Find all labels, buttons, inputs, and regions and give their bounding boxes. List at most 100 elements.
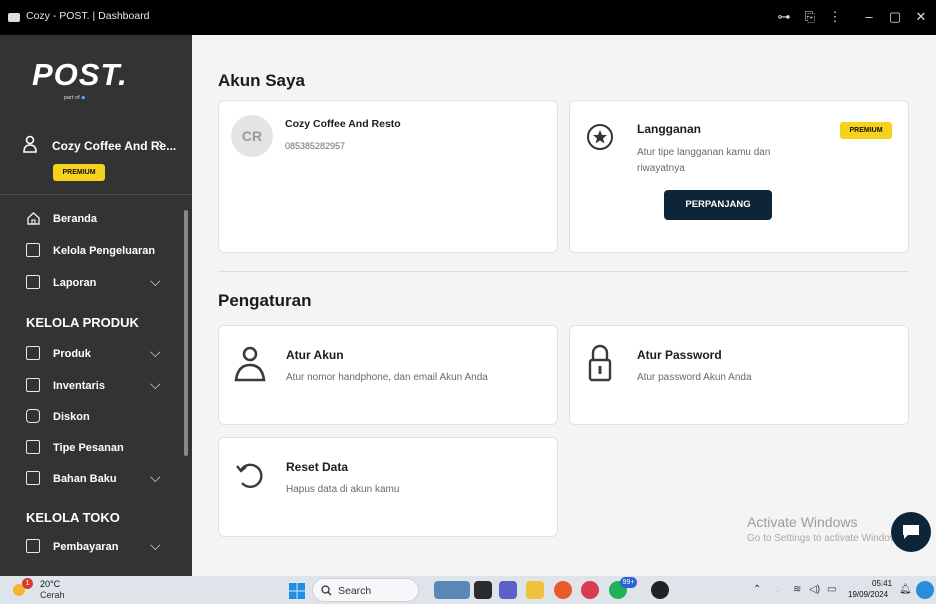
battery-icon[interactable]: ▭ xyxy=(827,584,836,595)
account-phone: 085385282957 xyxy=(285,141,346,151)
activate-windows-title: Activate Windows xyxy=(747,514,858,530)
firefox-icon[interactable] xyxy=(554,581,572,599)
notification-bell-icon[interactable]: 🔔︎ xyxy=(899,584,912,595)
report-edit-icon xyxy=(26,275,40,289)
sidebar-divider xyxy=(0,194,192,195)
account-name: Cozy Coffee And Resto xyxy=(285,118,401,130)
minimize-button[interactable]: – xyxy=(858,6,880,28)
task-view-icon[interactable] xyxy=(474,581,492,599)
loading-icon: ◌ xyxy=(775,584,781,595)
windows-start-icon[interactable] xyxy=(289,583,305,599)
order-type-icon xyxy=(26,440,40,454)
sidebar-item-label: Produk xyxy=(53,348,91,360)
sidebar-item-label: Kelola Pengeluaran xyxy=(53,245,156,257)
sidebar-item-kelola-pengeluaran[interactable]: Kelola Pengeluaran xyxy=(0,237,184,265)
account-card[interactable]: CR Cozy Coffee And Resto 085385282957 xyxy=(218,100,558,253)
sidebar-item-laporan[interactable]: Laporan ⌵ xyxy=(0,269,184,297)
post-app-icon[interactable] xyxy=(651,581,669,599)
activate-windows-subtitle: Go to Settings to activate Windows. xyxy=(747,533,905,544)
premium-badge: PREMIUM xyxy=(53,164,105,181)
home-icon xyxy=(27,212,40,225)
file-explorer-icon[interactable] xyxy=(526,581,544,599)
section-kelola-toko: KELOLA TOKO xyxy=(26,510,120,525)
window-title: Cozy - POST. | Dashboard xyxy=(26,10,150,22)
sidebar-item-beranda[interactable]: Beranda xyxy=(0,205,184,233)
more-menu-icon[interactable]: ⋮ xyxy=(824,6,846,28)
copilot-icon[interactable] xyxy=(916,581,934,599)
clock-time[interactable]: 05:41 xyxy=(872,579,892,588)
subscription-title: Langganan xyxy=(637,122,702,136)
setting-description: Hapus data di akun kamu xyxy=(286,484,400,495)
tray-chevron-icon[interactable]: ⌃ xyxy=(753,584,761,595)
volume-icon[interactable]: ◁) xyxy=(809,584,820,595)
sidebar-item-label: Pembayaran xyxy=(53,541,119,553)
wifi-icon[interactable]: ≋ xyxy=(793,584,801,595)
app-icon xyxy=(8,13,20,22)
sidebar-item-label: Tipe Pesanan xyxy=(53,442,124,454)
sidebar-item-diskon[interactable]: Diskon xyxy=(0,403,184,431)
extension-key-icon[interactable]: ⊶ xyxy=(773,6,795,28)
sidebar: POST. part of ◆ Cozy Coffee And Re... › … xyxy=(0,35,192,576)
weather-badge: 1 xyxy=(22,578,33,589)
section-divider xyxy=(218,271,908,272)
setting-title: Atur Password xyxy=(637,348,722,362)
clock-date[interactable]: 19/09/2024 xyxy=(848,590,888,599)
user-icon xyxy=(234,346,266,382)
chevron-down-icon: ⌵ xyxy=(150,344,161,360)
avatar: CR xyxy=(231,115,273,157)
sidebar-item-inventaris[interactable]: Inventaris ⌵ xyxy=(0,372,184,400)
setting-title: Atur Akun xyxy=(286,348,344,362)
sidebar-item-label: Beranda xyxy=(53,213,98,225)
search-icon xyxy=(321,585,332,596)
payment-icon xyxy=(26,539,40,553)
teams-icon[interactable] xyxy=(499,581,517,599)
chevron-down-icon: ⌵ xyxy=(150,469,161,485)
search-label: Search xyxy=(338,585,372,597)
logo-subtitle: part of ◆ xyxy=(64,95,86,101)
setting-title: Reset Data xyxy=(286,460,349,474)
chevron-right-icon[interactable]: › xyxy=(158,135,163,153)
widgets-app-icon[interactable] xyxy=(434,581,470,599)
discount-icon xyxy=(26,409,40,423)
sidebar-item-label: Inventaris xyxy=(53,380,105,392)
chat-button[interactable] xyxy=(891,512,931,552)
sidebar-item-label: Laporan xyxy=(53,277,97,289)
post-logo: POST. xyxy=(32,57,128,92)
install-app-icon[interactable]: ⎘ xyxy=(799,6,821,28)
vivaldi-icon[interactable] xyxy=(581,581,599,599)
pengaturan-heading: Pengaturan xyxy=(218,291,312,310)
close-button[interactable]: ✕ xyxy=(910,6,932,28)
window-title-bar: Cozy - POST. | Dashboard ⊶ ⎘ ⋮ – ▢ ✕ xyxy=(0,0,936,35)
user-icon xyxy=(23,135,37,153)
reset-icon xyxy=(236,463,263,488)
temperature: 20°C xyxy=(40,579,61,589)
extend-premium-button[interactable]: PERPANJANG PREMIUM xyxy=(664,190,772,240)
subscription-description: Atur tipe langganan kamu dan riwayatnya xyxy=(637,147,771,174)
atur-password-card[interactable]: Atur Password Atur password Akun Anda xyxy=(569,325,909,425)
atur-akun-card[interactable]: Atur Akun Atur nomor handphone, dan emai… xyxy=(218,325,558,425)
main-content: Akun Saya CR Cozy Coffee And Resto 08538… xyxy=(192,35,936,576)
star-badge-icon xyxy=(587,124,613,150)
inventory-icon xyxy=(26,378,40,392)
sidebar-scrollbar[interactable] xyxy=(184,210,188,456)
lock-icon xyxy=(588,344,612,382)
chat-icon xyxy=(903,525,919,539)
sidebar-item-produk[interactable]: Produk ⌵ xyxy=(0,340,184,368)
reset-data-card[interactable]: Reset Data Hapus data di akun kamu xyxy=(218,437,558,537)
sidebar-item-bahan-baku[interactable]: Bahan Baku ⌵ xyxy=(0,465,184,493)
sidebar-item-label: Diskon xyxy=(53,411,90,423)
setting-description: Atur password Akun Anda xyxy=(637,372,752,383)
akun-saya-heading: Akun Saya xyxy=(218,71,305,90)
sidebar-item-pembayaran[interactable]: Pembayaran ⌵ xyxy=(0,533,184,561)
premium-badge: PREMIUM xyxy=(840,122,892,139)
setting-description: Atur nomor handphone, dan email Akun And… xyxy=(286,372,488,383)
section-kelola-produk: KELOLA PRODUK xyxy=(26,315,139,330)
product-icon xyxy=(26,346,40,360)
sidebar-item-tipe-pesanan[interactable]: Tipe Pesanan xyxy=(0,434,184,462)
taskbar: 1 20°C Cerah Search 99+ ⌃ ◌ ≋ ◁) ▭ 05:41… xyxy=(0,576,936,604)
taskbar-search[interactable]: Search xyxy=(312,578,419,602)
chevron-down-icon: ⌵ xyxy=(150,537,161,553)
subscription-card: Langganan PREMIUM Atur tipe langganan ka… xyxy=(569,100,909,253)
chevron-down-icon: ⌵ xyxy=(150,273,161,289)
restore-button[interactable]: ▢ xyxy=(884,6,906,28)
